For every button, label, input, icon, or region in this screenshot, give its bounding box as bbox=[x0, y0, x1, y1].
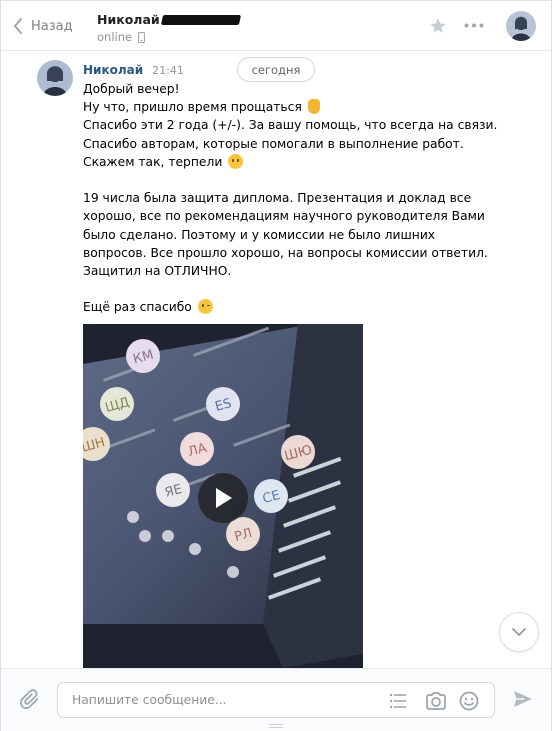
message-text: Добрый вечер! Ну что, пришло время проща… bbox=[83, 80, 498, 317]
chevron-left-icon bbox=[14, 18, 22, 34]
back-button[interactable]: Назад bbox=[13, 13, 73, 39]
message-line: Ну что, пришло время прощаться bbox=[83, 98, 493, 116]
mobile-phone-icon bbox=[138, 31, 146, 43]
winking-face-emoji bbox=[197, 299, 213, 315]
play-button[interactable] bbox=[198, 473, 248, 523]
back-label: Назад bbox=[31, 18, 73, 34]
message-header: Николай 21:41 bbox=[83, 63, 184, 77]
scroll-down-button[interactable] bbox=[499, 612, 539, 652]
paperclip-icon[interactable] bbox=[19, 689, 41, 711]
message-line: Спасибо авторам, которые помогали в выпо… bbox=[83, 136, 464, 151]
message-line: Ещё раз спасибо bbox=[83, 298, 493, 316]
date-divider: сегодня bbox=[237, 57, 315, 82]
camera-icon[interactable] bbox=[425, 691, 447, 711]
message-line: Добрый вечер! bbox=[83, 82, 180, 96]
message-line: Скажем так, терпели bbox=[83, 153, 493, 171]
message-line: было сделано. Поэтому и у комиссии не бы… bbox=[83, 227, 436, 242]
grinning-sweat-emoji bbox=[228, 153, 244, 169]
message-line: 19 числа была защита диплома. Презентаци… bbox=[83, 191, 472, 206]
message-composer bbox=[1, 668, 551, 731]
message-time: 21:41 bbox=[152, 64, 184, 77]
send-icon[interactable] bbox=[513, 690, 533, 708]
author-avatar[interactable] bbox=[37, 60, 73, 96]
video-attachment[interactable]: КМ ЩД ES ШН ЛА ШЮ ЯЕ СЕ РЛ bbox=[83, 324, 363, 668]
smile-icon[interactable] bbox=[459, 691, 479, 711]
chevron-down-icon bbox=[512, 628, 526, 636]
peer-avatar[interactable] bbox=[506, 11, 536, 41]
peer-info[interactable]: Николай online bbox=[97, 11, 241, 44]
templates-icon[interactable] bbox=[390, 693, 406, 709]
peer-status: online bbox=[97, 30, 133, 44]
author-name[interactable]: Николай bbox=[83, 63, 143, 77]
message-line: хорошо, все по рекомендациям научного ру… bbox=[83, 209, 485, 224]
message-input-box[interactable] bbox=[57, 682, 495, 718]
play-icon bbox=[216, 488, 232, 508]
chat-window: Назад Николай online сегодня Николай 21:… bbox=[0, 0, 552, 731]
message-line: Защитил на ОТЛИЧНО. bbox=[83, 264, 232, 279]
peer-name: Николай bbox=[97, 12, 160, 27]
message-input[interactable] bbox=[72, 691, 372, 709]
resize-grip[interactable] bbox=[269, 724, 283, 729]
more-icon[interactable] bbox=[464, 23, 484, 28]
message-line: вопросов. Все прошло хорошо, на вопросы … bbox=[83, 245, 488, 260]
redaction-mark bbox=[160, 14, 241, 25]
message-line: Спасибо эти 2 года (+/-). За вашу помощь… bbox=[83, 118, 498, 133]
star-icon[interactable] bbox=[429, 17, 447, 35]
chat-header: Назад Николай online bbox=[1, 1, 551, 51]
waving-hand-emoji bbox=[307, 99, 320, 115]
